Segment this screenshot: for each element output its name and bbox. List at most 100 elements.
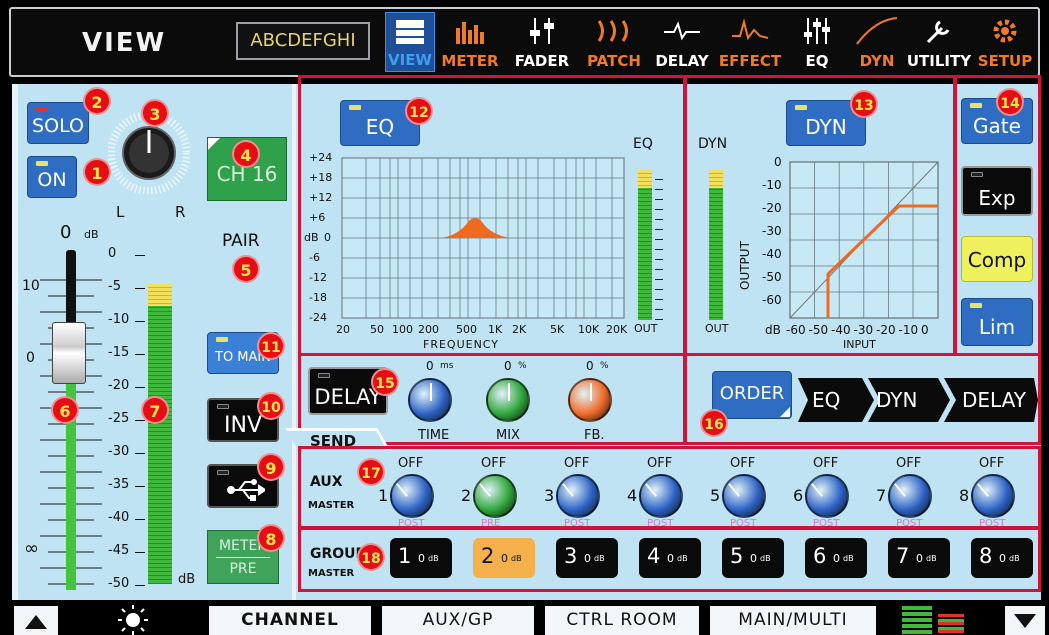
tab-view[interactable]: VIEW — [385, 12, 435, 72]
meter-scale-tick — [135, 387, 145, 388]
delay-knob-time[interactable] — [408, 378, 452, 422]
badge-2: 2 — [83, 87, 111, 115]
dyn-y-tick: -40 — [762, 247, 782, 261]
group-button-8[interactable]: 8 0 dB — [971, 538, 1033, 578]
eq-y-tick: -12 — [309, 271, 327, 284]
scroll-down-button[interactable] — [1005, 606, 1045, 635]
delay-icon — [664, 21, 700, 41]
delay-knob-unit: % — [518, 361, 527, 371]
dyn-x-unit: dB — [765, 323, 781, 337]
scroll-up-button[interactable] — [14, 606, 58, 635]
aux-number: 8 — [959, 486, 970, 505]
group-button-5[interactable]: 5 0 dB — [722, 538, 784, 578]
group-button-6[interactable]: 6 0 dB — [805, 538, 867, 578]
delay-knob-value: 0 — [504, 359, 512, 373]
badge-10: 10 — [257, 392, 285, 420]
lim-button[interactable]: Lim — [961, 298, 1033, 346]
meter-scale-label: -40 — [108, 510, 130, 525]
to-main-indicator — [216, 337, 228, 342]
tab-aux-gp[interactable]: AUX/GP — [382, 606, 534, 635]
aux-send-knob-2[interactable] — [473, 474, 517, 518]
tab-meter[interactable]: METER — [440, 12, 500, 72]
group-value: 0 — [501, 552, 508, 565]
tab-patch[interactable]: PATCH — [584, 12, 644, 72]
knob-pointer — [430, 383, 432, 401]
on-button[interactable]: ON — [27, 156, 77, 198]
badge-17: 17 — [357, 458, 385, 486]
eq-x-tick: 500 — [456, 323, 477, 336]
badge-12: 12 — [405, 97, 433, 125]
eq-y-tick: -18 — [309, 291, 327, 304]
eq-x-tick: 10K — [578, 323, 600, 336]
aux-number: 7 — [876, 486, 887, 505]
meter-scale-tick — [135, 321, 145, 322]
delay-knob-label: MIX — [496, 428, 520, 443]
tab-eq[interactable]: EQ — [792, 12, 842, 72]
aux-send-knob-7[interactable] — [888, 474, 932, 518]
meter-scale-label: -10 — [108, 312, 130, 327]
aux-send-knob-4[interactable] — [639, 474, 683, 518]
tab-utility[interactable]: UTILITY — [906, 12, 972, 72]
tab-delay[interactable]: DELAY — [650, 12, 714, 72]
tab-effect[interactable]: EFFECT — [716, 12, 784, 72]
group-number: 2 — [481, 544, 495, 568]
patch-icon — [597, 20, 628, 42]
group-button-2[interactable]: 2 0 dB — [473, 538, 535, 578]
group-button-4[interactable]: 4 0 dB — [639, 538, 701, 578]
brightness-icon[interactable] — [114, 604, 152, 635]
tab-channel[interactable]: CHANNEL — [209, 606, 371, 635]
exp-button[interactable]: Exp — [961, 166, 1033, 216]
aux-send-knob-8[interactable] — [971, 474, 1015, 518]
panel-divider — [292, 84, 296, 602]
dyn-x-tick: -40 — [831, 323, 851, 337]
group-unit: dB — [926, 554, 937, 563]
knob-pointer — [645, 483, 657, 497]
knob-pointer — [811, 483, 823, 497]
meter-scale-tick — [135, 354, 145, 355]
fader-scale-10: 10 — [22, 278, 40, 294]
tab-dyn[interactable]: DYN — [852, 12, 902, 72]
dyn-graph — [789, 161, 939, 319]
aux-send-value: OFF — [398, 456, 424, 471]
solo-button[interactable]: SOLO — [27, 102, 89, 144]
delay-knob-fb[interactable] — [568, 378, 612, 422]
group-button-1[interactable]: 1 0 dB — [390, 538, 452, 578]
dyn-x-tick: -60 — [786, 323, 806, 337]
aux-send-knob-6[interactable] — [805, 474, 849, 518]
fader-handle[interactable] — [52, 322, 86, 384]
pan-right-label: R — [175, 203, 186, 221]
comp-button[interactable]: Comp — [961, 236, 1033, 282]
tab-fader[interactable]: FADER — [510, 12, 574, 72]
group-unit: dB — [594, 554, 605, 563]
meter-scale-label: -50 — [108, 576, 130, 591]
badge-8: 8 — [257, 524, 285, 552]
aux-number: 6 — [793, 486, 804, 505]
aux-send-value: OFF — [481, 456, 507, 471]
on-indicator — [36, 161, 48, 166]
group-button-3[interactable]: 3 0 dB — [556, 538, 618, 578]
pan-left-label: L — [116, 203, 125, 221]
aux-send-knob-1[interactable] — [390, 474, 434, 518]
delay-knob-value: 0 — [586, 359, 594, 373]
aux-send-value: OFF — [564, 456, 590, 471]
aux-send-value: OFF — [730, 456, 756, 471]
group-value: 0 — [916, 552, 923, 565]
aux-send-knob-5[interactable] — [722, 474, 766, 518]
eq-x-tick: 2K — [512, 323, 527, 336]
channel-name-field[interactable]: ABCDEFGHI — [236, 22, 370, 60]
delay-knob-mix[interactable] — [486, 378, 530, 422]
eq-x-label: FREQUENCY — [423, 338, 500, 351]
aux-number: 5 — [710, 486, 721, 505]
meter-scale-tick — [135, 288, 145, 289]
tab-ctrl-room[interactable]: CTRL ROOM — [545, 606, 699, 635]
wrench-icon — [926, 20, 950, 44]
aux-send-value: OFF — [979, 456, 1005, 471]
dyn-y-tick: -20 — [762, 201, 782, 215]
lim-indicator — [970, 303, 982, 308]
group-button-7[interactable]: 7 0 dB — [888, 538, 950, 578]
tab-main-multi[interactable]: MAIN/MULTI — [710, 606, 876, 635]
aux-master-label: MASTER — [308, 500, 355, 511]
tab-setup[interactable]: SETUP — [975, 12, 1035, 72]
aux-send-knob-3[interactable] — [556, 474, 600, 518]
fader-scale-inf: ∞ — [24, 538, 39, 559]
